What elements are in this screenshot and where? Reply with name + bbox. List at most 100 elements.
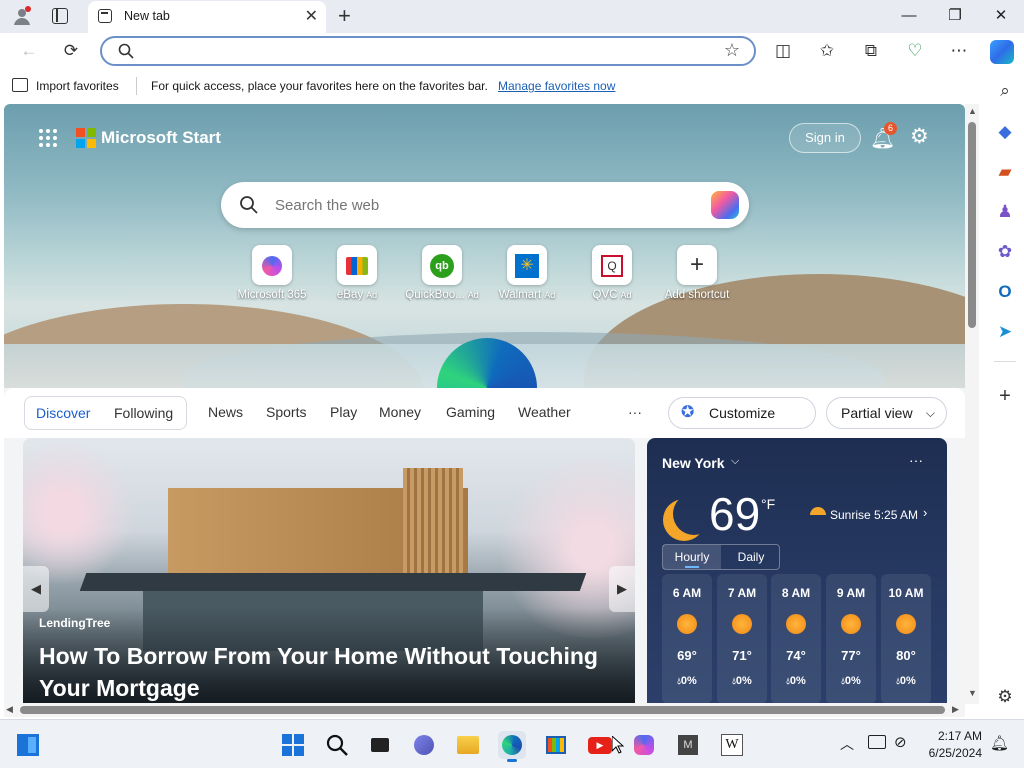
carousel-prev-button[interactable]: ◀ xyxy=(23,566,49,612)
hour-label: 9 AM xyxy=(836,586,866,600)
shortcut-quickbooks[interactable]: qb QuickBoo... Ad xyxy=(399,245,485,301)
chevron-down-icon: ⌵ xyxy=(925,406,935,420)
tab-daily[interactable]: Daily xyxy=(723,545,779,569)
brand-title: Microsoft Start xyxy=(101,128,221,147)
drop-icon[interactable]: ➤ xyxy=(991,318,1019,346)
favorites-icon[interactable]: ✩ xyxy=(814,38,840,64)
sign-in-button[interactable]: Sign in xyxy=(789,123,861,153)
tab-play[interactable]: Play xyxy=(330,404,357,420)
clock-date[interactable]: 6/25/2024 xyxy=(918,746,982,760)
tab-weather[interactable]: Weather xyxy=(518,404,571,420)
refresh-button[interactable]: ⟳ xyxy=(58,38,84,64)
tab-discover[interactable]: Discover xyxy=(36,405,90,421)
tab-sports[interactable]: Sports xyxy=(266,404,306,420)
games-icon[interactable]: ♟ xyxy=(991,198,1019,226)
edge-browser-icon[interactable] xyxy=(498,731,526,762)
customize-feed-button[interactable]: ✪ Customize feed xyxy=(668,397,816,451)
sun-icon xyxy=(732,614,752,634)
hour-temp: 74° xyxy=(786,648,806,663)
back-button[interactable]: ← xyxy=(16,38,42,64)
manage-favorites-link[interactable]: Manage favorites now xyxy=(498,79,615,93)
shortcut-ebay[interactable]: eBay Ad xyxy=(314,245,400,301)
task-view-icon[interactable] xyxy=(366,731,394,759)
horizontal-scroll-thumb[interactable] xyxy=(20,706,945,714)
add-sidebar-app-icon[interactable]: + xyxy=(991,382,1019,410)
copilot-icon[interactable] xyxy=(711,191,739,219)
view-mode-dropdown[interactable]: Partial view ⌵ xyxy=(826,397,947,429)
carousel-next-button[interactable]: ▶ xyxy=(609,566,635,612)
file-explorer-icon[interactable] xyxy=(454,731,482,759)
scroll-down-icon[interactable]: ▼ xyxy=(968,688,977,698)
scroll-up-icon[interactable]: ▲ xyxy=(968,106,977,116)
browser-essentials-icon[interactable]: ♡ xyxy=(902,38,928,64)
wikipedia-icon[interactable]: W xyxy=(718,731,746,759)
favorite-star-icon[interactable]: ☆ xyxy=(724,40,740,61)
search-icon[interactable] xyxy=(323,731,351,759)
import-favorites-button[interactable]: Import favorites xyxy=(36,79,119,93)
settings-more-icon[interactable]: ⋯ xyxy=(946,38,972,64)
address-bar[interactable]: ☆ xyxy=(100,36,756,66)
sidebar-settings-icon[interactable]: ⚙ xyxy=(991,683,1019,711)
weather-location[interactable]: New York xyxy=(662,455,725,471)
copilot-icon[interactable] xyxy=(990,40,1014,64)
page-settings-icon[interactable]: ⚙ xyxy=(910,124,929,149)
horizontal-scrollbar[interactable]: ◀ ▶ xyxy=(4,703,965,717)
article-headline[interactable]: How To Borrow From Your Home Without Tou… xyxy=(39,640,619,703)
article-card[interactable]: ◀ ▶ LendingTree How To Borrow From Your … xyxy=(23,438,635,703)
shortcut-qvc[interactable]: Q QVC Ad xyxy=(569,245,655,301)
web-search-box[interactable] xyxy=(221,182,749,228)
teams-chat-icon[interactable] xyxy=(410,731,438,759)
weather-more-icon[interactable]: ··· xyxy=(909,452,923,468)
tab-news[interactable]: News xyxy=(208,404,243,420)
chevron-down-icon[interactable]: ⌵ xyxy=(731,455,739,468)
profile-icon[interactable] xyxy=(12,6,32,26)
weather-card[interactable]: New York ⌵ ··· 69 °F Sunrise 5:25 AM › H… xyxy=(647,438,947,703)
widgets-icon[interactable] xyxy=(14,731,42,759)
outlook-icon[interactable]: O xyxy=(991,278,1019,306)
tools-icon[interactable]: ▰ xyxy=(991,158,1019,186)
search-icon[interactable]: ⌕ xyxy=(991,77,1019,105)
close-window-button[interactable]: ✕ xyxy=(978,4,1024,28)
shopping-icon[interactable]: ◆ xyxy=(991,118,1019,146)
split-screen-icon[interactable]: ◫ xyxy=(770,38,796,64)
hour-precip: 0% xyxy=(680,675,697,687)
tab-hourly-underline xyxy=(685,566,699,568)
toolbar: ← ⟳ ☆ ◫ ✩ ⧉ ♡ ⋯ xyxy=(0,33,1024,71)
minimize-button[interactable]: — xyxy=(886,4,932,28)
volume-icon[interactable]: ⊘ xyxy=(894,733,907,751)
vertical-scrollbar[interactable]: ▲ ▼ xyxy=(965,104,979,704)
hourly-column: 9 AM 77° 💧︎0% xyxy=(826,574,876,703)
tab-following[interactable]: Following xyxy=(114,405,173,421)
microsoft-store-icon[interactable] xyxy=(542,731,570,759)
copilot-app-icon[interactable] xyxy=(630,731,658,759)
chevron-right-icon[interactable]: › xyxy=(923,505,927,520)
web-search-input[interactable] xyxy=(275,194,675,216)
show-hidden-icons-icon[interactable]: ︿ xyxy=(840,734,854,754)
apps-launcher-icon[interactable] xyxy=(38,128,58,148)
notifications-icon[interactable]: 🔔︎ xyxy=(990,734,1009,752)
clock-time[interactable]: 2:17 AM xyxy=(930,729,982,743)
youtube-icon[interactable]: ▶ xyxy=(586,731,614,759)
new-tab-button[interactable]: + xyxy=(338,3,351,29)
vertical-scroll-thumb[interactable] xyxy=(968,122,976,328)
shortcut-walmart[interactable]: ✳ Walmart Ad xyxy=(484,245,570,301)
tab-actions-icon[interactable] xyxy=(52,8,68,24)
close-tab-icon[interactable]: ✕ xyxy=(305,6,318,26)
add-shortcut-button[interactable]: + Add shortcut xyxy=(654,245,740,301)
app-m-icon[interactable]: M xyxy=(674,731,702,759)
restore-button[interactable]: ❐ xyxy=(932,4,978,28)
scroll-right-icon[interactable]: ▶ xyxy=(952,704,959,715)
tab-new-tab[interactable]: New tab ✕ xyxy=(88,1,326,33)
more-tabs-button[interactable]: ··· xyxy=(628,404,642,420)
microsoft-365-icon[interactable]: ✿ xyxy=(991,238,1019,266)
shortcut-microsoft-365[interactable]: Microsoft 365 xyxy=(229,245,315,301)
scroll-left-icon[interactable]: ◀ xyxy=(6,704,13,715)
collections-icon[interactable]: ⧉ xyxy=(858,38,884,64)
network-icon[interactable] xyxy=(868,735,886,749)
plus-icon: + xyxy=(677,245,717,285)
hour-precip: 0% xyxy=(844,675,861,687)
start-windows-icon[interactable] xyxy=(279,731,307,759)
tab-money[interactable]: Money xyxy=(379,404,421,420)
hourly-column: 6 AM 69° 💧︎0% xyxy=(662,574,712,703)
tab-gaming[interactable]: Gaming xyxy=(446,404,495,420)
